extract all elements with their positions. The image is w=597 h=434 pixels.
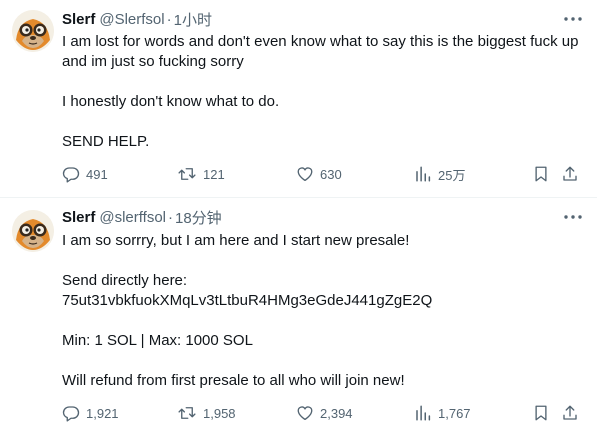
tweet-text: I am so sorrry, but I am here and I star… xyxy=(62,231,582,391)
sloth-avatar-icon xyxy=(12,10,54,52)
views-icon xyxy=(416,166,431,182)
author-name[interactable]: Slerf xyxy=(62,209,95,226)
author-name[interactable]: Slerf xyxy=(62,11,95,28)
retweet-icon xyxy=(178,168,196,180)
separator-dot: · xyxy=(168,208,173,226)
view-count: 1,767 xyxy=(438,405,471,421)
tweet-header: Slerf @Slerfsol · 1小时 xyxy=(62,9,212,29)
bookmark-icon xyxy=(535,405,547,421)
tweet-paragraph: I am so sorrry, but I am here and I star… xyxy=(62,232,410,249)
avatar[interactable] xyxy=(12,210,54,252)
like-count: 2,394 xyxy=(320,405,353,421)
tweet-text: I am lost for words and don't even know … xyxy=(62,32,582,152)
avatar[interactable] xyxy=(12,10,54,52)
bookmark-button[interactable] xyxy=(532,401,550,425)
more-icon xyxy=(564,17,582,21)
retweet-count: 1,958 xyxy=(203,405,236,421)
tweet-actions: 1,921 1,958 2,394 1,767 xyxy=(62,401,587,425)
like-count: 630 xyxy=(320,166,342,182)
tweet[interactable]: Slerf @Slerfsol · 1小时 I am lost for word… xyxy=(0,0,597,197)
retweet-button[interactable]: 121 xyxy=(177,162,225,186)
tweet-actions: 491 121 630 25万 xyxy=(62,162,587,186)
tweet-paragraph: Min: 1 SOL | Max: 1000 SOL xyxy=(62,332,253,349)
tweet-header: Slerf @slerffsol · 18分钟 xyxy=(62,207,222,227)
author-handle[interactable]: @slerffsol xyxy=(99,209,166,226)
sloth-avatar-icon xyxy=(12,210,54,252)
reply-icon xyxy=(62,406,80,422)
more-icon xyxy=(564,215,582,219)
tweet-paragraph: Send directly here: 75ut31vbkfuokXMqLv3t… xyxy=(62,272,433,309)
view-count: 25万 xyxy=(438,167,466,183)
more-button[interactable] xyxy=(563,12,583,26)
views-button[interactable]: 25万 xyxy=(414,162,465,186)
heart-icon xyxy=(297,167,313,182)
reply-icon xyxy=(62,167,80,183)
separator-dot: · xyxy=(166,10,172,28)
reply-count: 1,921 xyxy=(86,405,119,421)
like-button[interactable]: 630 xyxy=(296,162,342,186)
tweet-paragraph: I honestly don't know what to do. xyxy=(62,93,280,110)
tweet-feed: Slerf @Slerfsol · 1小时 I am lost for word… xyxy=(0,0,597,434)
retweet-button[interactable]: 1,958 xyxy=(177,401,236,425)
retweet-count: 121 xyxy=(203,166,225,182)
tweet-time[interactable]: 18分钟 xyxy=(175,207,222,228)
retweet-icon xyxy=(178,407,196,419)
like-button[interactable]: 2,394 xyxy=(296,401,353,425)
tweet[interactable]: Slerf @slerffsol · 18分钟 I am so sorrry, … xyxy=(0,198,597,434)
tweet-paragraph: Will refund from first presale to all wh… xyxy=(62,372,405,389)
share-button[interactable] xyxy=(561,401,579,425)
tweet-paragraph: I am lost for words and don't even know … xyxy=(62,33,579,70)
share-button[interactable] xyxy=(561,162,579,186)
reply-button[interactable]: 491 xyxy=(62,162,108,186)
tweet-paragraph: SEND HELP. xyxy=(62,133,150,150)
views-button[interactable]: 1,767 xyxy=(414,401,471,425)
heart-icon xyxy=(297,406,313,421)
more-button[interactable] xyxy=(563,210,583,224)
tweet-time[interactable]: 1小时 xyxy=(174,9,212,30)
reply-count: 491 xyxy=(86,166,108,182)
views-icon xyxy=(416,405,431,421)
reply-button[interactable]: 1,921 xyxy=(62,401,119,425)
bookmark-button[interactable] xyxy=(532,162,550,186)
share-icon xyxy=(563,405,577,420)
bookmark-icon xyxy=(535,166,547,182)
share-icon xyxy=(563,166,577,181)
author-handle[interactable]: @Slerfsol xyxy=(99,11,164,28)
